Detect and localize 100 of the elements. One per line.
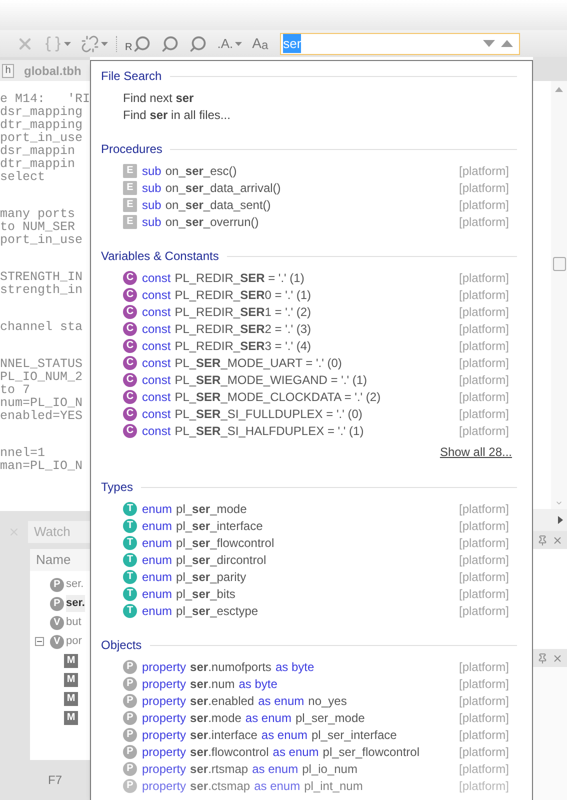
show-all-link[interactable]: Show all 28... bbox=[440, 443, 512, 461]
right-arrow-icon[interactable] bbox=[558, 516, 563, 524]
letter-badge-icon: T bbox=[123, 570, 137, 584]
code-line: dsr_mapping bbox=[0, 106, 84, 119]
section-heading: Variables & Constants bbox=[101, 248, 219, 265]
file-tab[interactable]: h global.tbh bbox=[0, 60, 90, 81]
letter-badge-icon: T bbox=[123, 552, 137, 566]
code-line: many ports bbox=[0, 208, 76, 221]
watch-item[interactable]: por bbox=[66, 633, 82, 650]
magnifier-icon bbox=[161, 34, 180, 52]
suggestion-item[interactable]: P property ser.interface as enum pl_ser_interface [platform] bbox=[101, 726, 532, 743]
scope-label: [platform] bbox=[458, 270, 509, 286]
suggestion-item[interactable]: P property ser.numofports as byte [platform] bbox=[101, 658, 532, 675]
scope-label: [platform] bbox=[458, 338, 509, 354]
letter-square-icon: M bbox=[64, 672, 78, 686]
entry-text: property ser.ctsmap as enum pl_int_num bbox=[142, 778, 363, 794]
suggestion-item[interactable]: C const PL_REDIR_SER2 = '.' (3) [platform] bbox=[101, 320, 532, 337]
scope-label: [platform] bbox=[458, 760, 509, 778]
entry-text: property ser.enabled as enum no_yes bbox=[142, 692, 347, 710]
scope-label: [platform] bbox=[458, 568, 509, 586]
braces-icon bbox=[44, 34, 62, 52]
find-button[interactable]: R bbox=[121, 32, 156, 56]
code-line: STRENGTH_IN bbox=[0, 271, 84, 284]
suggestion-item[interactable]: C const PL_REDIR_SER1 = '.' (2) [platform] bbox=[101, 303, 532, 320]
tab-strip-background bbox=[533, 57, 567, 81]
suggestion-item[interactable]: P property ser.rtsmap as enum pl_io_num [platform] bbox=[101, 760, 532, 777]
suggestion-item[interactable]: P property ser.num as byte [platform] bbox=[101, 675, 532, 692]
scope-label: [platform] bbox=[458, 744, 509, 760]
code-line: select bbox=[0, 171, 46, 184]
entry-text: const PL_SER_SI_FULLDUPLEX = '.' (0) bbox=[142, 406, 362, 422]
suggestion-item[interactable]: P property ser.mode as enum pl_ser_mode [platform] bbox=[101, 709, 532, 726]
scope-label: [platform] bbox=[458, 692, 509, 710]
suggestion-item[interactable]: C const PL_SER_SI_HALFDUPLEX = '.' (1) [platform] bbox=[101, 422, 532, 439]
suggestion-item[interactable]: T enum pl_ser_mode [platform] bbox=[101, 500, 532, 517]
suggestion-item[interactable]: P property ser.flowcontrol as enum pl_ser_flowcontrol [platform] bbox=[101, 743, 532, 760]
watch-item[interactable]: ser. bbox=[66, 576, 84, 593]
code-line: e M14: 'RI bbox=[0, 93, 90, 106]
close-icon[interactable] bbox=[552, 534, 563, 546]
collapse-toggle[interactable] bbox=[35, 637, 44, 646]
section-heading: Objects bbox=[101, 637, 142, 654]
suggestion-item[interactable]: P property ser.enabled as enum no_yes [platform] bbox=[101, 692, 532, 709]
pin-icon[interactable] bbox=[537, 652, 548, 664]
code-line: enabled=YES bbox=[0, 410, 84, 423]
scope-label: [platform] bbox=[458, 406, 509, 422]
search-option[interactable]: Find ser in all files... bbox=[101, 106, 532, 123]
close-icon[interactable] bbox=[552, 652, 563, 664]
suggestion-item[interactable]: P property ser.ctsmap as enum pl_int_num [platform] bbox=[101, 777, 532, 794]
suggestion-item[interactable]: T enum pl_ser_parity [platform] bbox=[101, 568, 532, 585]
suggestion-item[interactable]: C const PL_SER_MODE_CLOCKDATA = '.' (2) [platform] bbox=[101, 388, 532, 405]
scope-label: [platform] bbox=[458, 658, 509, 676]
suggestion-item[interactable]: C const PL_REDIR_SER3 = '.' (4) [platform] bbox=[101, 337, 532, 354]
suggestion-item[interactable]: T enum pl_ser_interface [platform] bbox=[101, 517, 532, 534]
suggestion-item[interactable]: T enum pl_ser_bits [platform] bbox=[101, 585, 532, 602]
column-header: Name bbox=[30, 549, 90, 571]
code-line: nnel=1 bbox=[0, 447, 46, 460]
entry-text: property ser.rtsmap as enum pl_io_num bbox=[142, 760, 358, 778]
scroll-thumb[interactable] bbox=[552, 257, 566, 271]
suggestion-item[interactable]: E sub on_ser_esc() [platform] bbox=[101, 162, 532, 179]
pin-icon[interactable] bbox=[537, 534, 548, 546]
suggestion-item[interactable]: T enum pl_ser_flowcontrol [platform] bbox=[101, 534, 532, 551]
scope-label: [platform] bbox=[458, 162, 509, 180]
code-line: channel sta bbox=[0, 321, 84, 334]
suggestion-item[interactable]: T enum pl_ser_dircontrol [platform] bbox=[101, 551, 532, 568]
code-line: port_in_use bbox=[0, 234, 84, 247]
code-line: PL_IO_NUM_2 bbox=[0, 371, 84, 384]
scope-label: [platform] bbox=[458, 710, 509, 726]
watch-item[interactable]: ser. bbox=[66, 595, 85, 612]
code-line: man=PL_IO_N bbox=[0, 460, 84, 473]
suggestion-item[interactable]: E sub on_ser_data_sent() [platform] bbox=[101, 196, 532, 213]
entry-text: property ser.numofports as byte bbox=[142, 658, 314, 676]
entry-text: enum pl_ser_bits bbox=[142, 586, 236, 602]
entry-text: enum pl_ser_dircontrol bbox=[142, 552, 266, 568]
search-option[interactable]: Find next ser bbox=[101, 89, 532, 106]
code-line: to NUM_SER bbox=[0, 221, 76, 234]
caret-icon bbox=[64, 42, 71, 46]
suggestion-item[interactable]: E sub on_ser_overrun() [platform] bbox=[101, 213, 532, 230]
entry-text: const PL_REDIR_SER3 = '.' (4) bbox=[142, 338, 312, 354]
entry-text: property ser.flowcontrol as enum pl_ser_flowcontrol bbox=[142, 744, 420, 760]
suggestion-item[interactable]: C const PL_REDIR_SER = '.' (1) [platform] bbox=[101, 269, 532, 286]
entry-text: const PL_SER_SI_HALFDUPLEX = '.' (1) bbox=[142, 422, 364, 440]
letter-badge-icon: T bbox=[123, 586, 137, 600]
section-heading: Types bbox=[101, 479, 134, 496]
up-triangle-icon[interactable] bbox=[501, 40, 514, 47]
suggestion-item[interactable]: C const PL_SER_MODE_UART = '.' (0) [platform] bbox=[101, 354, 532, 371]
watch-item[interactable]: but bbox=[66, 614, 82, 631]
suggestion-item[interactable]: C const PL_SER_SI_FULLDUPLEX = '.' (0) [platform] bbox=[101, 405, 532, 422]
suggestion-item[interactable]: C const PL_REDIR_SER0 = '.' (1) [platform] bbox=[101, 286, 532, 303]
letter-badge-icon: T bbox=[123, 536, 137, 550]
code-line: to 7 bbox=[0, 384, 32, 397]
letter-square-icon: M bbox=[64, 654, 78, 668]
scope-label: [platform] bbox=[458, 304, 509, 320]
scrollbar[interactable] bbox=[551, 81, 567, 509]
suggestion-item[interactable]: E sub on_ser_data_arrival() [platform] bbox=[101, 179, 532, 196]
suggestion-item[interactable]: T enum pl_ser_esctype [platform] bbox=[101, 602, 532, 619]
scope-label: [platform] bbox=[458, 552, 509, 568]
scroll-up-icon[interactable] bbox=[555, 87, 563, 92]
scroll-down-icon[interactable] bbox=[555, 499, 563, 507]
suggestion-item[interactable]: C const PL_SER_MODE_WIEGAND = '.' (1) [platform] bbox=[101, 371, 532, 388]
down-triangle-icon[interactable] bbox=[483, 40, 496, 47]
match-button[interactable]: .A. bbox=[213, 32, 246, 56]
